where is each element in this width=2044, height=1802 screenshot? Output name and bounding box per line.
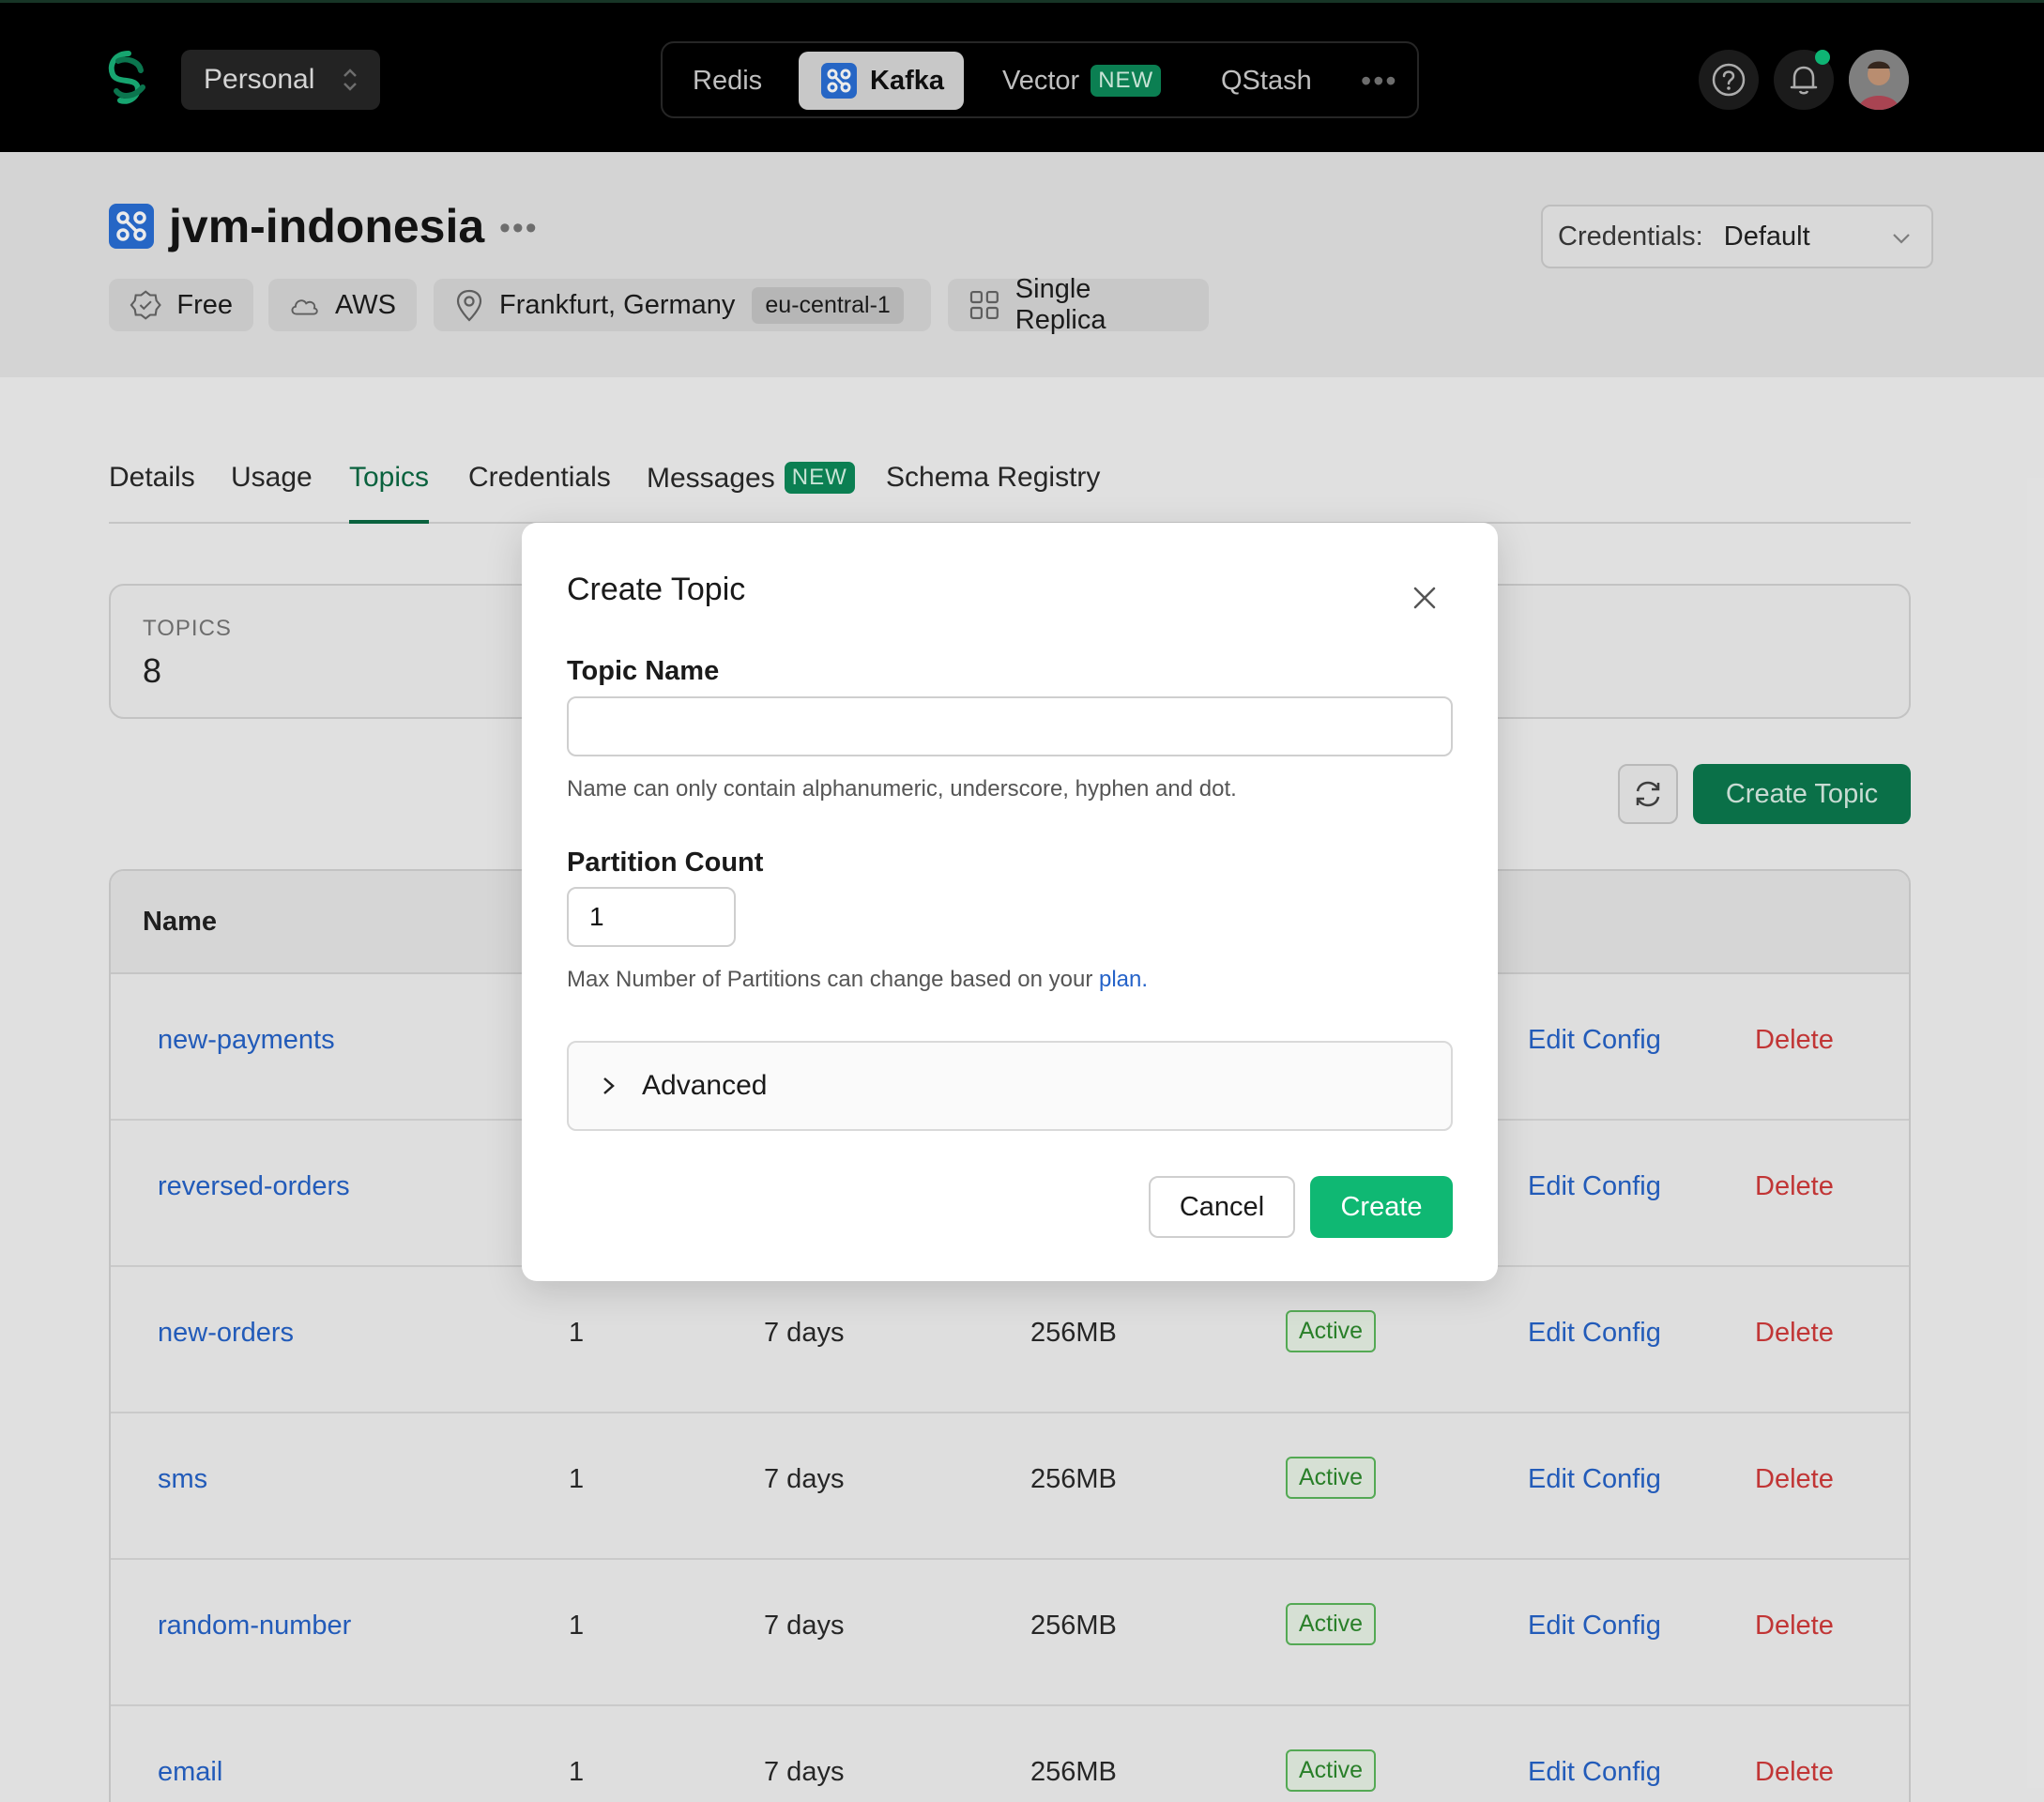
close-icon[interactable] <box>1406 579 1443 617</box>
topic-name-input[interactable] <box>567 696 1453 756</box>
partition-count-label: Partition Count <box>567 848 764 878</box>
partition-hint-suffix: . <box>1141 967 1149 992</box>
create-button[interactable]: Create <box>1310 1176 1453 1238</box>
topic-name-hint: Name can only contain alphanumeric, unde… <box>567 776 1237 802</box>
cancel-button[interactable]: Cancel <box>1149 1176 1295 1238</box>
dialog-title: Create Topic <box>567 572 746 607</box>
plan-link[interactable]: plan <box>1099 967 1141 992</box>
advanced-section-toggle[interactable]: Advanced <box>567 1041 1453 1131</box>
create-topic-dialog: Create Topic Topic Name Name can only co… <box>522 523 1498 1281</box>
partition-hint-text: Max Number of Partitions can change base… <box>567 967 1099 992</box>
partition-count-input[interactable] <box>567 887 736 947</box>
partition-count-hint: Max Number of Partitions can change base… <box>567 967 1148 993</box>
topic-name-label: Topic Name <box>567 656 720 686</box>
chevron-right-icon <box>603 1077 615 1094</box>
advanced-label: Advanced <box>642 1070 768 1101</box>
